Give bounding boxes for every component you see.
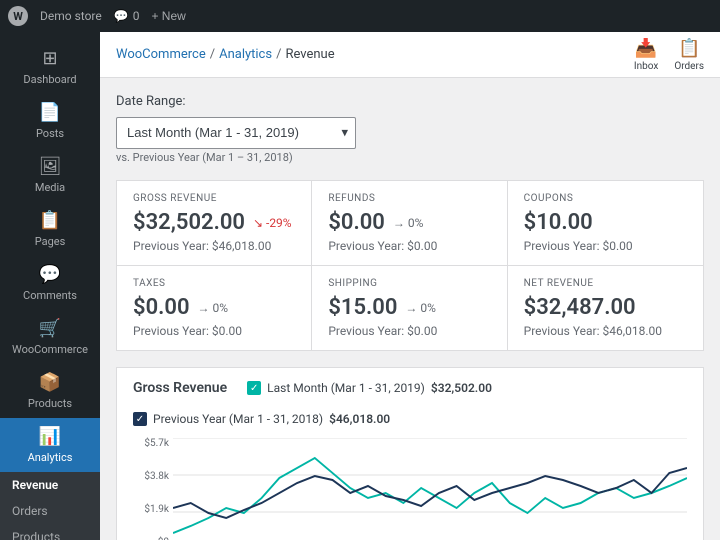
sidebar-item-media[interactable]: 🖼 Media bbox=[0, 148, 100, 202]
content: Date Range: Last Month (Mar 1 - 31, 2019… bbox=[100, 78, 720, 540]
breadcrumb-woocommerce[interactable]: WooCommerce bbox=[116, 47, 206, 62]
dashboard-icon: ⊞ bbox=[42, 48, 57, 69]
stat-change: → 0% bbox=[393, 216, 424, 230]
sidebar-item-analytics[interactable]: 📊 Analytics bbox=[0, 418, 100, 472]
admin-bar: W Demo store 💬 0 + New bbox=[0, 0, 720, 32]
orders-icon: 📋 bbox=[678, 38, 700, 59]
analytics-icon: 📊 bbox=[39, 426, 61, 447]
main-content: WooCommerce / Analytics / Revenue 📥 Inbo… bbox=[100, 32, 720, 540]
inbox-button[interactable]: 📥 Inbox bbox=[634, 38, 658, 72]
stat-prev: Previous Year: $46,018.00 bbox=[524, 324, 687, 338]
header-icons: 📥 Inbox 📋 Orders bbox=[634, 38, 704, 72]
stat-label: NET REVENUE bbox=[524, 278, 687, 289]
date-range-section: Date Range: Last Month (Mar 1 - 31, 2019… bbox=[116, 94, 704, 164]
sidebar-item-posts[interactable]: 📄 Posts bbox=[0, 94, 100, 148]
stat-label: TAXES bbox=[133, 278, 295, 289]
stat-value: $32,502.00 bbox=[133, 210, 245, 235]
date-range-select-wrapper: Last Month (Mar 1 - 31, 2019) bbox=[116, 117, 356, 149]
stat-label: REFUNDS bbox=[328, 193, 490, 204]
stat-prev: Previous Year: $0.00 bbox=[328, 239, 490, 253]
stat-cell-coupons: COUPONS $10.00 Previous Year: $0.00 bbox=[508, 181, 703, 266]
wp-logo[interactable]: W bbox=[8, 6, 28, 26]
chart-svg: Mar 2019 4 7 10 13 16 19 22 25 bbox=[173, 438, 687, 540]
date-range-comparison: vs. Previous Year (Mar 1 – 31, 2018) bbox=[116, 151, 704, 164]
legend-check-previous[interactable]: ✓ bbox=[133, 412, 147, 426]
breadcrumb-analytics[interactable]: Analytics bbox=[219, 47, 272, 62]
sidebar-sub-orders[interactable]: Orders bbox=[0, 498, 100, 524]
sidebar-item-pages[interactable]: 📋 Pages bbox=[0, 202, 100, 256]
analytics-submenu: Revenue Orders Products Categories Coupo… bbox=[0, 472, 100, 540]
pages-icon: 📋 bbox=[39, 210, 61, 231]
stat-value-row: $10.00 bbox=[524, 210, 687, 235]
legend-item-current: ✓ Last Month (Mar 1 - 31, 2019) $32,502.… bbox=[247, 381, 492, 395]
date-range-dropdown[interactable]: Last Month (Mar 1 - 31, 2019) bbox=[116, 117, 356, 149]
legend-label-previous: Previous Year (Mar 1 - 31, 2018) bbox=[153, 412, 323, 426]
sidebar-item-comments[interactable]: 💬 Comments bbox=[0, 256, 100, 310]
layout: ⊞ Dashboard 📄 Posts 🖼 Media 📋 Pages 💬 Co… bbox=[0, 32, 720, 540]
legend-value-current: $32,502.00 bbox=[431, 381, 492, 395]
main-header: WooCommerce / Analytics / Revenue 📥 Inbo… bbox=[100, 32, 720, 78]
sidebar-item-woocommerce[interactable]: 🛒 WooCommerce bbox=[0, 310, 100, 364]
stat-label: SHIPPING bbox=[328, 278, 490, 289]
products-icon: 📦 bbox=[39, 372, 61, 393]
stat-cell-taxes: TAXES $0.00 → 0% Previous Year: $0.00 bbox=[117, 266, 312, 350]
new-button[interactable]: + New bbox=[151, 9, 185, 23]
stat-value: $0.00 bbox=[328, 210, 385, 235]
stat-value: $10.00 bbox=[524, 210, 593, 235]
stat-value-row: $32,502.00 ↘ -29% bbox=[133, 210, 295, 235]
legend-check-current[interactable]: ✓ bbox=[247, 381, 261, 395]
chart-y-labels: $5.7k $3.8k $1.9k $0 bbox=[133, 438, 169, 540]
woocommerce-icon: 🛒 bbox=[39, 318, 61, 339]
chart-teal-line bbox=[173, 458, 687, 533]
sidebar-item-dashboard[interactable]: ⊞ Dashboard bbox=[0, 40, 100, 94]
stat-value: $0.00 bbox=[133, 295, 190, 320]
chart-section: Gross Revenue ✓ Last Month (Mar 1 - 31, … bbox=[116, 367, 704, 540]
comments-count[interactable]: 💬 0 bbox=[114, 9, 140, 23]
stat-label: GROSS REVENUE bbox=[133, 193, 295, 204]
stat-value-row: $15.00 → 0% bbox=[328, 295, 490, 320]
stat-prev: Previous Year: $46,018.00 bbox=[133, 239, 295, 253]
breadcrumb: WooCommerce / Analytics / Revenue bbox=[116, 47, 335, 62]
stat-prev: Previous Year: $0.00 bbox=[328, 324, 490, 338]
date-range-label: Date Range: bbox=[116, 94, 704, 109]
sidebar-item-products[interactable]: 📦 Products bbox=[0, 364, 100, 418]
stat-value: $15.00 bbox=[328, 295, 397, 320]
stat-prev: Previous Year: $0.00 bbox=[133, 324, 295, 338]
stat-cell-net-revenue: NET REVENUE $32,487.00 Previous Year: $4… bbox=[508, 266, 703, 350]
stat-cell-shipping: SHIPPING $15.00 → 0% Previous Year: $0.0… bbox=[312, 266, 507, 350]
stat-cell-refunds: REFUNDS $0.00 → 0% Previous Year: $0.00 bbox=[312, 181, 507, 266]
stat-label: COUPONS bbox=[524, 193, 687, 204]
sidebar-sub-products[interactable]: Products bbox=[0, 524, 100, 540]
inbox-icon: 📥 bbox=[635, 38, 657, 59]
stat-prev: Previous Year: $0.00 bbox=[524, 239, 687, 253]
sidebar-sub-revenue[interactable]: Revenue bbox=[0, 472, 100, 498]
orders-button[interactable]: 📋 Orders bbox=[674, 38, 704, 72]
posts-icon: 📄 bbox=[39, 102, 61, 123]
breadcrumb-current: Revenue bbox=[285, 47, 334, 62]
stat-value: $32,487.00 bbox=[524, 295, 636, 320]
chart-legend: Gross Revenue ✓ Last Month (Mar 1 - 31, … bbox=[133, 380, 687, 426]
stat-value-row: $0.00 → 0% bbox=[328, 210, 490, 235]
media-icon: 🖼 bbox=[39, 156, 62, 177]
legend-value-previous: $46,018.00 bbox=[329, 412, 390, 426]
chart-container: $5.7k $3.8k $1.9k $0 bbox=[133, 438, 687, 540]
legend-item-previous: ✓ Previous Year (Mar 1 - 31, 2018) $46,0… bbox=[133, 412, 390, 426]
stat-change: ↘ -29% bbox=[253, 216, 292, 230]
chart-lines bbox=[173, 438, 687, 540]
chart-title: Gross Revenue bbox=[133, 380, 227, 396]
legend-label-current: Last Month (Mar 1 - 31, 2019) bbox=[267, 381, 425, 395]
stats-grid: GROSS REVENUE $32,502.00 ↘ -29% Previous… bbox=[116, 180, 704, 351]
sidebar: ⊞ Dashboard 📄 Posts 🖼 Media 📋 Pages 💬 Co… bbox=[0, 32, 100, 540]
stat-value-row: $32,487.00 bbox=[524, 295, 687, 320]
stat-change: → 0% bbox=[198, 301, 229, 315]
stat-cell-gross-revenue: GROSS REVENUE $32,502.00 ↘ -29% Previous… bbox=[117, 181, 312, 266]
stat-value-row: $0.00 → 0% bbox=[133, 295, 295, 320]
comments-icon: 💬 bbox=[39, 264, 61, 285]
stat-change: → 0% bbox=[405, 301, 436, 315]
site-name[interactable]: Demo store bbox=[40, 9, 102, 23]
